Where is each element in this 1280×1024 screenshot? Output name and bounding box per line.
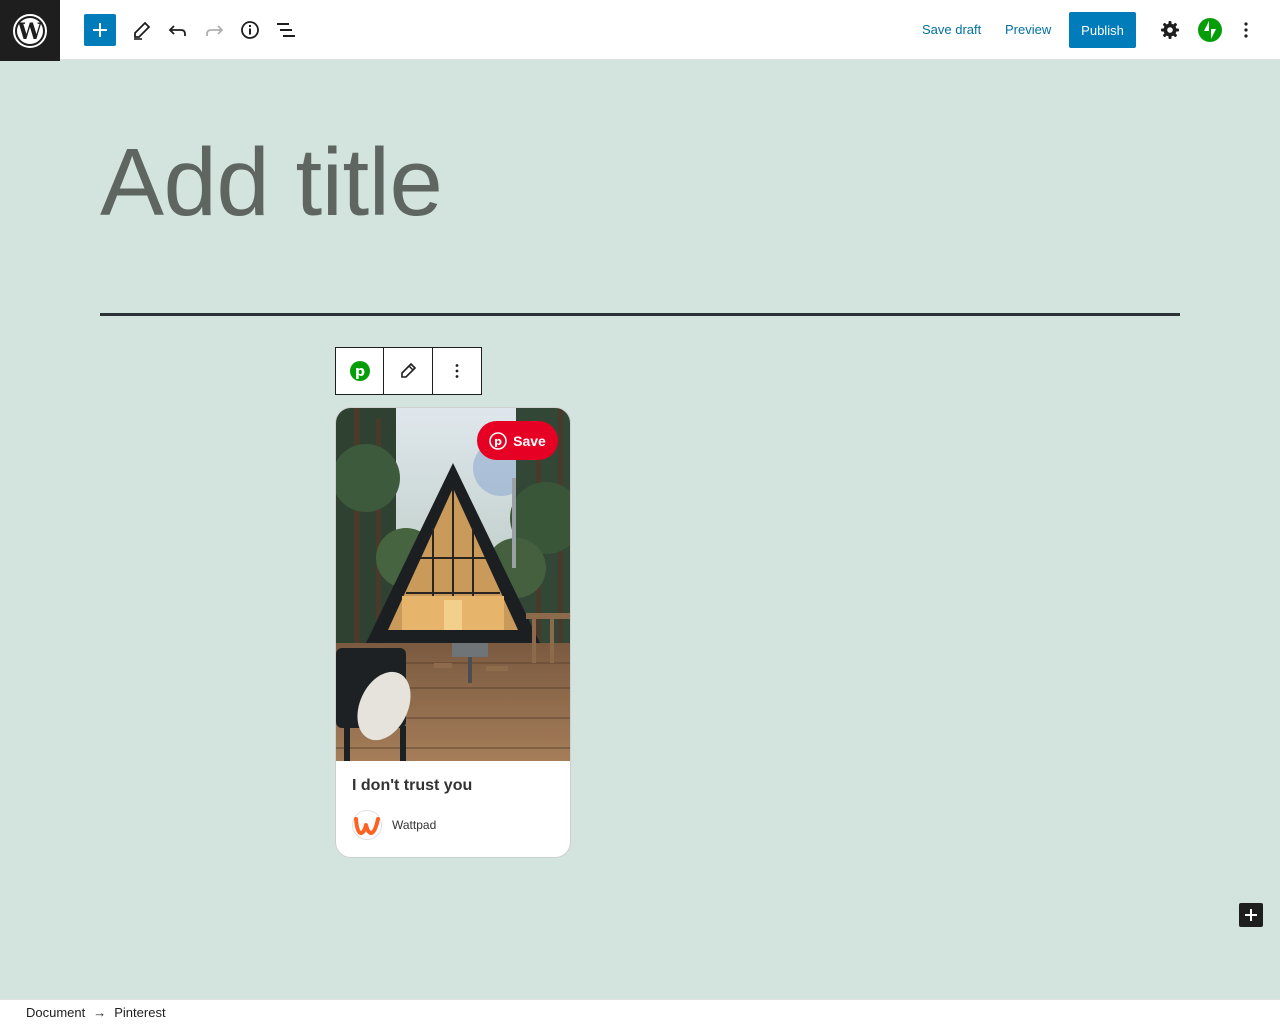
breadcrumb-separator: → [93, 1004, 107, 1020]
list-view-icon [277, 23, 295, 37]
wattpad-logo-icon [354, 817, 380, 835]
avatar [352, 810, 382, 840]
undo-icon [168, 25, 186, 36]
info-icon [241, 21, 259, 39]
editor-header: W Save draft Preview Publish [0, 0, 1280, 61]
block-options-button[interactable] [433, 348, 481, 394]
a-frame-cabin-illustration [336, 408, 570, 761]
pinterest-save-button[interactable]: p Save [477, 421, 558, 460]
edit-icon [401, 362, 417, 378]
save-label: Save [513, 432, 546, 449]
post-title-input[interactable]: Add title [100, 128, 1180, 238]
pinterest-pin-card[interactable]: p Save I don't trust you Wattpad [335, 407, 571, 858]
block-toolbar: p [335, 347, 482, 395]
author-name: Wattpad [392, 818, 437, 832]
save-draft-button[interactable]: Save draft [922, 22, 981, 37]
pinterest-icon: p [349, 361, 370, 381]
separator-block[interactable] [100, 313, 1180, 316]
pin-image[interactable]: p Save [336, 408, 570, 761]
wordpress-logo-icon[interactable]: W [0, 0, 60, 61]
plus-icon [1245, 909, 1257, 921]
add-block-button[interactable] [1239, 903, 1263, 927]
svg-text:W: W [17, 19, 43, 45]
pinterest-icon: p [489, 431, 507, 450]
more-vertical-icon [1244, 22, 1248, 38]
plus-icon [93, 23, 107, 37]
svg-text:p: p [355, 364, 365, 380]
undo-button[interactable] [160, 12, 196, 48]
breadcrumb-document[interactable]: Document [26, 1005, 85, 1020]
tools-button[interactable] [124, 12, 160, 48]
more-vertical-icon [455, 364, 459, 378]
pin-author[interactable]: Wattpad [352, 810, 436, 840]
edit-url-button[interactable] [384, 348, 433, 394]
svg-text:p: p [494, 435, 502, 448]
details-button[interactable] [232, 12, 268, 48]
pencil-icon [134, 21, 151, 40]
redo-button[interactable] [196, 12, 232, 48]
preview-button[interactable]: Preview [1005, 22, 1051, 37]
list-view-button[interactable] [268, 12, 304, 48]
settings-button[interactable] [1152, 12, 1188, 48]
block-type-button[interactable]: p [336, 348, 385, 394]
redo-icon [206, 25, 224, 36]
jetpack-button[interactable] [1198, 18, 1222, 42]
pin-title[interactable]: I don't trust you [352, 777, 472, 795]
block-inserter-button[interactable] [84, 14, 116, 46]
jetpack-icon [1204, 21, 1216, 39]
publish-button[interactable]: Publish [1069, 12, 1136, 48]
breadcrumb-pinterest[interactable]: Pinterest [114, 1005, 165, 1020]
options-button[interactable] [1228, 12, 1264, 48]
gear-icon [1161, 21, 1179, 39]
breadcrumb: Document → Pinterest [0, 999, 1280, 1024]
